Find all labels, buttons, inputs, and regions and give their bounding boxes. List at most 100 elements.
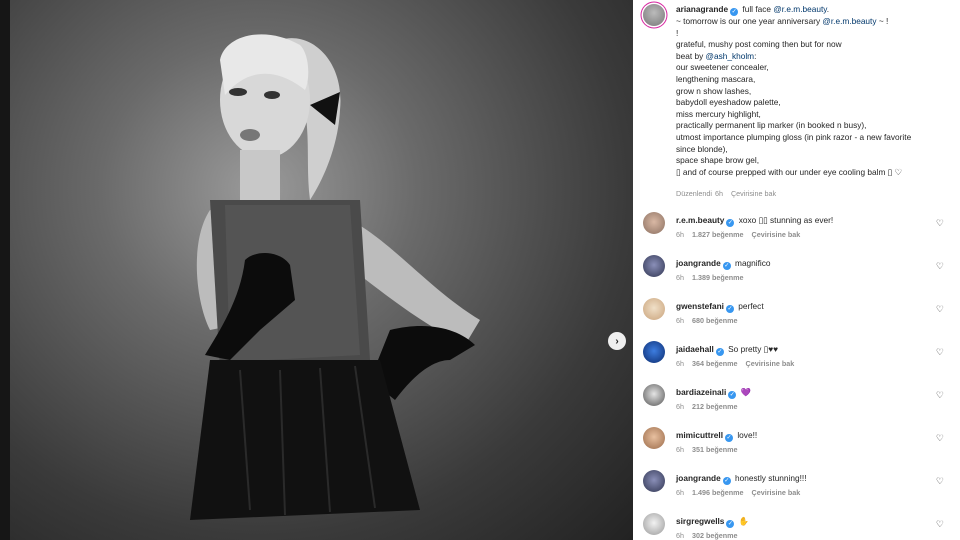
post-time[interactable]: 6h	[715, 189, 723, 198]
next-photo-button[interactable]: ›	[608, 332, 626, 350]
post-photo[interactable]	[10, 0, 633, 540]
caption-line: lengthening mascara,	[676, 73, 756, 84]
comment-meta: 6h 364 beğenme Çevirisine bak	[676, 359, 802, 368]
comment-item: r.e.m.beauty ✓ xoxo ▯▯ stunning as ever! …	[643, 212, 953, 255]
comment-likes[interactable]: 212 beğenme	[692, 402, 738, 411]
verified-icon: ✓	[725, 305, 734, 313]
avatar[interactable]	[643, 470, 665, 492]
comment-body: honestly stunning!!!	[735, 473, 807, 483]
caption-line: ~ tomorrow is our one year anniversary	[676, 16, 823, 26]
verified-icon: ✓	[715, 348, 724, 356]
comment-likes[interactable]: 364 beğenme	[692, 359, 738, 368]
verified-icon: ✓	[726, 219, 735, 227]
comment-text: mimicuttrell ✓ love!!	[676, 430, 936, 442]
heart-icon[interactable]: ♡	[936, 261, 944, 272]
comment-meta: 6h 302 beğenme	[676, 531, 746, 540]
photo-illustration	[190, 34, 480, 520]
post-media[interactable]: ›	[0, 0, 633, 540]
comment-time[interactable]: 6h	[676, 402, 684, 411]
avatar[interactable]	[643, 4, 665, 26]
comment-username[interactable]: jaidaehall	[676, 344, 714, 354]
comment-text: joangrande ✓ honestly stunning!!!	[676, 473, 936, 485]
mention-link[interactable]: @r.e.m.beauty	[822, 16, 876, 26]
caption-line: grow n show lashes,	[676, 85, 752, 96]
comment-item: sirgregwells ✓ ✋ 6h 302 beğenme ♡	[643, 513, 953, 540]
comment-likes[interactable]: 302 beğenme	[692, 531, 738, 540]
verified-icon: ✓	[722, 477, 731, 485]
comment-text: r.e.m.beauty ✓ xoxo ▯▯ stunning as ever!	[676, 215, 936, 227]
comment-time[interactable]: 6h	[676, 230, 684, 239]
heart-icon[interactable]: ♡	[936, 304, 944, 315]
avatar[interactable]	[643, 427, 665, 449]
avatar[interactable]	[643, 212, 665, 234]
heart-icon[interactable]: ♡	[936, 476, 944, 487]
comment-likes[interactable]: 1.496 beğenme	[692, 488, 744, 497]
comment-username[interactable]: bardiazeinali	[676, 387, 726, 397]
comment-likes[interactable]: 1.827 beğenme	[692, 230, 744, 239]
comment-meta: 6h 212 beğenme	[676, 402, 746, 411]
translate-link[interactable]: Çevirisine bak	[731, 189, 776, 198]
caption-line: !	[676, 27, 679, 38]
translate-link[interactable]: Çevirisine bak	[752, 230, 801, 239]
avatar[interactable]	[643, 341, 665, 363]
comment-item: gwenstefani ✓ perfect 6h 680 beğenme ♡	[643, 298, 953, 341]
comment-time[interactable]: 6h	[676, 316, 684, 325]
comment-likes[interactable]: 351 beğenme	[692, 445, 738, 454]
caption-line: babydoll eyeshadow palette,	[676, 97, 781, 108]
caption-line: utmost importance plumping gloss (in pin…	[676, 131, 912, 142]
comment-time[interactable]: 6h	[676, 445, 684, 454]
verified-icon: ✓	[728, 391, 737, 399]
caption-username[interactable]: arianagrande	[676, 4, 728, 14]
caption-line: since blonde),	[676, 143, 728, 154]
mention-link[interactable]: @ash_kholm	[706, 51, 755, 61]
caption-punct: ~ !	[876, 16, 889, 26]
heart-icon[interactable]: ♡	[936, 519, 944, 530]
post-sidebar: arianagrande ✓ full face @r.e.m.beauty. ~…	[633, 0, 960, 540]
caption-punct: :	[754, 50, 757, 61]
comment-username[interactable]: joangrande	[676, 473, 721, 483]
comment-meta: 6h 351 beğenme	[676, 445, 746, 454]
verified-icon: ✓	[722, 262, 731, 270]
comment-text: joangrande ✓ magnifico	[676, 258, 936, 270]
comment-username[interactable]: r.e.m.beauty	[676, 215, 724, 225]
avatar[interactable]	[643, 384, 665, 406]
comment-username[interactable]: sirgregwells	[676, 516, 724, 526]
comment-meta: 6h 1.389 beğenme	[676, 273, 752, 282]
verified-icon: ✓	[726, 520, 735, 528]
heart-icon[interactable]: ♡	[936, 433, 944, 444]
comment-time[interactable]: 6h	[676, 273, 684, 282]
comment-time[interactable]: 6h	[676, 488, 684, 497]
comment-item: joangrande ✓ magnifico 6h 1.389 beğenme ♡	[643, 255, 953, 298]
heart-icon[interactable]: ♡	[936, 218, 944, 229]
avatar[interactable]	[643, 255, 665, 277]
heart-icon[interactable]: ♡	[936, 347, 944, 358]
comment-text: jaidaehall ✓ So pretty ▯♥♥	[676, 344, 936, 356]
caption-punct: .	[826, 4, 830, 14]
comment-username[interactable]: mimicuttrell	[676, 430, 723, 440]
verified-icon: ✓	[725, 434, 734, 442]
translate-link[interactable]: Çevirisine bak	[752, 488, 801, 497]
comment-likes[interactable]: 680 beğenme	[692, 316, 738, 325]
comment-text: gwenstefani ✓ perfect	[676, 301, 936, 313]
caption-line: ▯ and of course prepped with our under e…	[676, 166, 902, 177]
verified-icon: ✓	[730, 8, 739, 16]
translate-link[interactable]: Çevirisine bak	[746, 359, 795, 368]
comment-time[interactable]: 6h	[676, 359, 684, 368]
caption-meta: Düzenlendi 6h Çevirisine bak	[676, 189, 784, 198]
caption-line: space shape brow gel,	[676, 155, 760, 166]
comment-meta: 6h 1.827 beğenme Çevirisine bak	[676, 230, 808, 239]
comment-text: sirgregwells ✓ ✋	[676, 516, 936, 528]
avatar[interactable]	[643, 298, 665, 320]
caption-line: our sweetener concealer,	[676, 62, 769, 73]
comment-item: joangrande ✓ honestly stunning!!! 6h 1.496…	[643, 470, 953, 513]
comment-body: magnifico	[735, 258, 771, 268]
comment-username[interactable]: gwenstefani	[676, 301, 724, 311]
avatar[interactable]	[643, 513, 665, 535]
mention-link[interactable]: @r.e.m.beauty	[773, 4, 826, 14]
comment-item: mimicuttrell ✓ love!! 6h 351 beğenme ♡	[643, 427, 953, 470]
comment-item: jaidaehall ✓ So pretty ▯♥♥ 6h 364 beğenme Ç…	[643, 341, 953, 384]
comment-likes[interactable]: 1.389 beğenme	[692, 273, 744, 282]
heart-icon[interactable]: ♡	[936, 390, 944, 401]
comment-username[interactable]: joangrande	[676, 258, 721, 268]
comment-time[interactable]: 6h	[676, 531, 684, 540]
